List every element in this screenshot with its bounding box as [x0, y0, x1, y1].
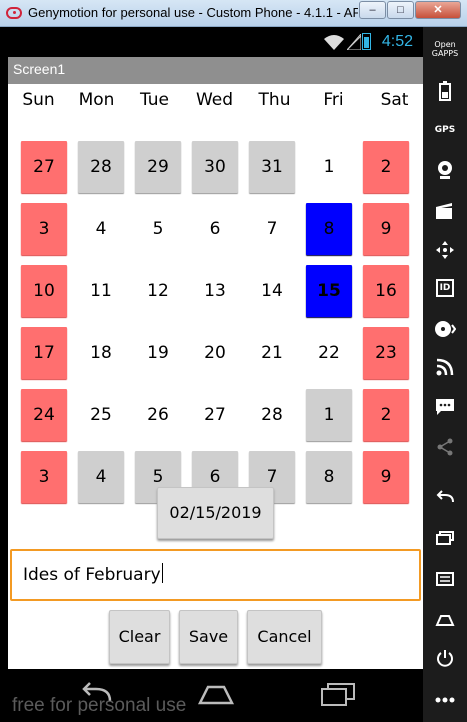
calendar-day[interactable]: 6 — [192, 203, 238, 255]
day-header-thu: Thu — [258, 90, 291, 110]
maximize-button[interactable]: □ — [387, 1, 414, 19]
device-id-label: ID — [436, 279, 454, 297]
calendar-day[interactable]: 22 — [306, 327, 352, 379]
status-time: 4:52 — [381, 33, 413, 50]
rss-icon[interactable] — [423, 358, 467, 380]
calendar-day[interactable]: 27 — [192, 389, 238, 441]
calendar-day[interactable]: 28 — [78, 141, 124, 193]
minimize-button[interactable]: – — [359, 1, 386, 19]
app-content: Sun Mon Tue Wed Thu Fri Sat 27 28 29 30 … — [8, 84, 423, 669]
date-picker-button[interactable]: 02/15/2019 — [157, 487, 274, 539]
gps-icon[interactable]: GPS — [423, 125, 467, 135]
calendar-day[interactable]: 9 — [363, 203, 409, 255]
status-bar: 4:52 — [8, 27, 423, 57]
calendar-day[interactable]: 3 — [21, 203, 67, 255]
screencast-icon[interactable] — [423, 202, 467, 224]
calendar-day[interactable]: 4 — [78, 203, 124, 255]
back-icon[interactable] — [423, 489, 467, 508]
move-icon[interactable] — [423, 240, 467, 264]
calendar-day[interactable]: 9 — [363, 451, 409, 503]
calendar-day[interactable]: 24 — [21, 389, 67, 441]
note-text-field[interactable]: Ides of February — [10, 549, 421, 601]
clear-button[interactable]: Clear — [109, 610, 170, 664]
open-gapps-icon[interactable]: Open GAPPS — [423, 40, 467, 58]
screen-title: Screen1 — [13, 61, 66, 77]
calendar-day[interactable]: 1 — [306, 141, 352, 193]
calendar-day[interactable]: 12 — [135, 265, 181, 317]
calendar-day[interactable]: 5 — [135, 203, 181, 255]
calendar-day[interactable]: 23 — [363, 327, 409, 379]
calendar-day[interactable]: 20 — [192, 327, 238, 379]
calendar-day[interactable]: 31 — [249, 141, 295, 193]
day-header-sat: Sat — [380, 90, 409, 110]
home-icon[interactable] — [423, 611, 467, 630]
calendar-day[interactable]: 27 — [21, 141, 67, 193]
calendar-day[interactable]: 3 — [21, 451, 67, 503]
note-text-value: Ides of February — [23, 563, 163, 585]
genymotion-logo-icon — [6, 7, 22, 19]
calendar-day[interactable]: 2 — [363, 141, 409, 193]
window-title: Genymotion for personal use - Custom Pho… — [28, 5, 358, 20]
watermark-text: free for personal use — [12, 695, 187, 716]
calendar-day[interactable]: 21 — [249, 327, 295, 379]
calendar-day[interactable]: 25 — [78, 389, 124, 441]
calendar-day[interactable]: 26 — [135, 389, 181, 441]
share-icon[interactable] — [423, 438, 467, 460]
save-button[interactable]: Save — [179, 610, 238, 664]
recent-apps-icon[interactable] — [318, 681, 358, 707]
signal-icon — [347, 34, 361, 50]
device-id-icon[interactable]: ID — [423, 279, 467, 297]
gps-label: GPS — [434, 125, 456, 135]
more-options-icon[interactable] — [423, 689, 467, 708]
calendar-day-highlighted[interactable]: 8 — [306, 203, 352, 255]
window-title-bar: Genymotion for personal use - Custom Pho… — [0, 0, 467, 27]
day-header-wed: Wed — [195, 90, 234, 110]
action-bar: Screen1 — [8, 57, 423, 84]
calendar-day[interactable]: 29 — [135, 141, 181, 193]
calendar-day[interactable]: 4 — [78, 451, 124, 503]
calendar-day[interactable]: 28 — [249, 389, 295, 441]
calendar-day[interactable]: 1 — [306, 389, 352, 441]
calendar-day[interactable]: 10 — [21, 265, 67, 317]
day-header-sun: Sun — [22, 90, 55, 110]
calendar-day[interactable]: 11 — [78, 265, 124, 317]
genymotion-toolbar: Open GAPPS GPS ID — [423, 27, 467, 722]
calendar-day[interactable]: 16 — [363, 265, 409, 317]
wifi-icon — [324, 35, 344, 50]
calendar-day[interactable]: 30 — [192, 141, 238, 193]
open-gapps-label: Open — [434, 40, 456, 49]
media-icon[interactable] — [423, 319, 467, 343]
cancel-button[interactable]: Cancel — [247, 610, 322, 664]
menu-icon[interactable] — [423, 571, 467, 590]
close-button[interactable]: ✕ — [415, 1, 461, 19]
calendar-day[interactable]: 18 — [78, 327, 124, 379]
battery-widget-icon[interactable] — [423, 81, 467, 105]
day-header-mon: Mon — [78, 90, 115, 110]
day-header-tue: Tue — [139, 90, 170, 110]
calendar-day[interactable]: 19 — [135, 327, 181, 379]
power-icon[interactable] — [423, 649, 467, 671]
text-caret — [161, 563, 163, 583]
day-header-fri: Fri — [323, 90, 344, 110]
calendar-day[interactable]: 17 — [21, 327, 67, 379]
battery-icon — [362, 33, 371, 50]
calendar-day-selected[interactable]: 15 — [306, 265, 352, 317]
calendar-day[interactable]: 14 — [249, 265, 295, 317]
open-gapps-label: GAPPS — [431, 49, 459, 58]
phone-screen: 4:52 Screen1 Sun Mon Tue Wed Thu Fri Sat… — [8, 27, 423, 722]
calendar-day[interactable]: 8 — [306, 451, 352, 503]
calendar-day[interactable]: 7 — [249, 203, 295, 255]
sms-icon[interactable] — [423, 398, 467, 420]
calendar-day[interactable]: 13 — [192, 265, 238, 317]
recent-apps-icon[interactable] — [423, 530, 467, 549]
webcam-icon[interactable] — [423, 160, 467, 184]
home-icon[interactable] — [196, 681, 236, 707]
calendar-day[interactable]: 2 — [363, 389, 409, 441]
